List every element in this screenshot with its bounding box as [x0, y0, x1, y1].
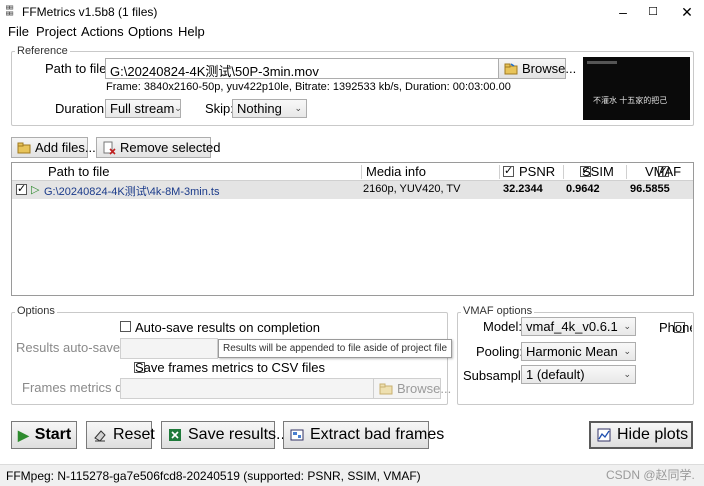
reference-frame-info: Frame: 3840x2160-50p, yuv422p10le, Bitra…	[106, 81, 511, 93]
model-label: Model:	[483, 319, 523, 334]
skip-value: Nothing	[237, 101, 282, 116]
folder-icon	[504, 62, 518, 76]
row-psnr: 32.2344	[503, 183, 543, 195]
minimize-button[interactable]: –	[606, 0, 640, 24]
options-legend: Options	[15, 305, 57, 317]
extract-bad-frames-label: Extract bad frames	[310, 426, 445, 443]
chevron-down-icon: ⌄	[623, 346, 631, 356]
hide-plots-label: Hide plots	[617, 426, 689, 443]
files-grid[interactable]: Path to file Media info PSNR SSIM VMAF ▷…	[11, 162, 694, 296]
remove-file-icon	[102, 141, 116, 155]
folder-open-icon	[17, 141, 31, 155]
duration-label: Duration:	[55, 101, 108, 116]
chevron-down-icon: ⌄	[623, 369, 631, 379]
menu-project[interactable]: Project	[36, 24, 76, 39]
menu-options[interactable]: Options	[128, 24, 173, 39]
header-vmaf: VMAF	[645, 164, 682, 179]
menu-file[interactable]: File	[8, 24, 29, 39]
maximize-button[interactable]: ☐	[636, 0, 670, 24]
pooling-select[interactable]: Harmonic Mean ⌄	[521, 342, 636, 361]
phone-label[interactable]: Phone	[659, 320, 692, 335]
subsample-select[interactable]: 1 (default) ⌄	[521, 365, 636, 384]
add-files-button[interactable]: Add files...	[11, 137, 96, 158]
frames-browse-button[interactable]: Browse...	[373, 378, 451, 399]
save-results-button[interactable]: Save results...	[161, 421, 289, 449]
row-checkbox[interactable]	[16, 182, 27, 195]
extract-bad-frames-button[interactable]: Extract bad frames	[283, 421, 444, 449]
thumbnail-text-bar	[587, 61, 617, 64]
row-media: 2160p, YUV420, TV	[363, 183, 461, 195]
add-files-label: Add files...	[35, 140, 96, 155]
auto-save-checkbox[interactable]	[120, 321, 131, 332]
chevron-down-icon: ⌄	[294, 103, 302, 113]
ffmpeg-status: FFMpeg: N-115278-ga7e506fcd8-20240519 (s…	[6, 469, 421, 483]
frames-browse-label: Browse...	[397, 381, 452, 396]
close-button[interactable]: ✕	[670, 0, 704, 24]
start-label: Start	[34, 426, 72, 443]
column-divider	[361, 165, 362, 179]
row-path: G:\20240824-4K测试\4k-8M-3min.ts	[44, 186, 220, 198]
header-media[interactable]: Media info	[366, 163, 426, 181]
skip-select[interactable]: Nothing ⌄	[232, 99, 307, 118]
column-divider	[626, 165, 627, 179]
column-divider	[499, 165, 500, 179]
menu-actions[interactable]: Actions	[81, 24, 124, 39]
save-frames-label[interactable]: Save frames metrics to CSV files	[135, 360, 325, 375]
results-folder-label: Results auto-save fil	[16, 340, 134, 355]
folder-icon	[379, 382, 393, 396]
model-value: vmaf_4k_v0.6.1	[526, 319, 618, 334]
results-tooltip: Results will be appended to file aside o…	[218, 339, 453, 358]
thumbnail-caption: 不灌水 十五家的把己	[593, 96, 668, 105]
subsample-label: Subsample	[463, 368, 529, 383]
play-icon[interactable]: ▷	[31, 183, 39, 196]
menu-help[interactable]: Help	[178, 24, 205, 39]
save-results-label: Save results...	[188, 426, 290, 443]
pooling-value: Harmonic Mean	[526, 344, 618, 359]
skip-label: Skip:	[205, 101, 234, 116]
window-title: FFMetrics v1.5b8 (1 files)	[22, 5, 158, 19]
reference-path-label: Path to file:	[45, 61, 111, 76]
frames-dir-label: Frames metrics dir:	[22, 380, 134, 395]
duration-value: Full stream	[110, 101, 175, 116]
reference-path-input[interactable]: G:\20240824-4K测试\50P-3min.mov	[105, 58, 499, 79]
model-select[interactable]: vmaf_4k_v0.6.1 ⌄	[521, 317, 636, 336]
start-button[interactable]: ▶ Start	[11, 421, 77, 449]
subsample-value: 1 (default)	[526, 367, 585, 382]
extract-frames-icon	[290, 428, 304, 442]
play-icon: ▶	[18, 426, 29, 443]
app-icon: ▤▤ ▤▤	[6, 4, 14, 17]
plot-icon	[597, 428, 611, 442]
reference-browse-label: Browse...	[522, 61, 577, 76]
hide-plots-button[interactable]: Hide plots	[589, 421, 693, 449]
results-folder-input[interactable]	[120, 338, 218, 359]
header-psnr: PSNR	[519, 164, 556, 179]
duration-select[interactable]: Full stream ⌄	[105, 99, 182, 118]
pooling-label: Pooling:	[476, 344, 523, 359]
row-ssim: 0.9642	[566, 183, 600, 195]
eraser-icon	[93, 428, 107, 442]
reset-label: Reset	[113, 426, 155, 443]
chevron-down-icon: ⌄	[174, 103, 182, 113]
row-vmaf: 96.5855	[630, 183, 670, 195]
watermark: CSDN @赵同学.	[606, 468, 695, 482]
chevron-down-icon: ⌄	[623, 321, 631, 331]
header-path[interactable]: Path to file	[48, 163, 109, 181]
vmaf-options-legend: VMAF options	[461, 305, 535, 317]
excel-icon	[168, 428, 182, 442]
header-ssim: SSIM	[582, 164, 614, 179]
reset-button[interactable]: Reset	[86, 421, 155, 449]
remove-selected-label: Remove selected	[120, 140, 221, 155]
reference-thumbnail: 不灌水 十五家的把己	[583, 57, 690, 120]
frames-dir-input[interactable]	[120, 378, 374, 399]
column-divider	[563, 165, 564, 179]
table-row[interactable]: ▷ G:\20240824-4K测试\4k-8M-3min.ts 2160p, …	[12, 181, 693, 199]
auto-save-label[interactable]: Auto-save results on completion	[135, 320, 320, 335]
reference-legend: Reference	[15, 45, 70, 57]
remove-selected-button[interactable]: Remove selected	[96, 137, 220, 158]
reference-browse-button[interactable]: Browse...	[498, 58, 576, 79]
psnr-header-checkbox[interactable]	[503, 164, 514, 177]
